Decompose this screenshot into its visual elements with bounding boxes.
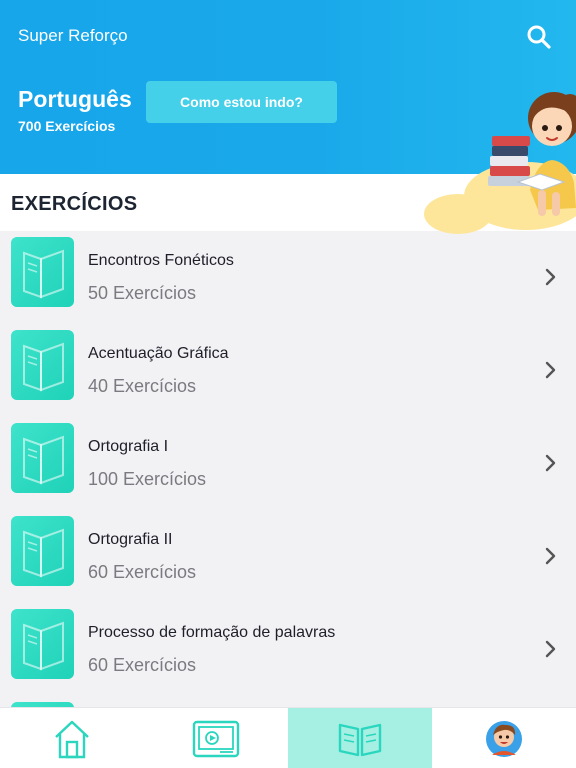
book-icon <box>23 621 64 671</box>
exercise-row[interactable]: Ortografia I 100 Exercícios <box>0 417 576 510</box>
video-icon <box>192 720 240 757</box>
chevron-right-icon <box>545 454 556 472</box>
exercise-title: Processo de formação de palavras <box>88 624 336 641</box>
tab-exercises[interactable] <box>288 708 432 768</box>
exercise-row[interactable]: Encontros Fonéticos 50 Exercícios <box>0 231 576 324</box>
home-icon <box>55 720 89 758</box>
exercise-row[interactable]: Acentuação Gráfica 40 Exercícios <box>0 324 576 417</box>
exercise-count: 100 Exercícios <box>88 469 207 489</box>
exercise-count: 40 Exercícios <box>88 376 197 396</box>
exercise-list: Encontros Fonéticos 50 Exercícios Acentu… <box>0 231 576 707</box>
chevron-right-icon <box>545 361 556 379</box>
tab-home[interactable] <box>0 708 144 768</box>
subject-title: Português <box>18 86 132 112</box>
exercise-count: 50 Exercícios <box>88 283 197 303</box>
tab-bar <box>0 707 576 768</box>
exercise-title: Encontros Fonéticos <box>88 252 234 269</box>
app-title: Super Reforço <box>18 26 128 45</box>
tab-profile[interactable] <box>432 708 576 768</box>
book-icon <box>23 249 64 299</box>
book-icon <box>23 342 64 392</box>
book-thumbnail <box>11 237 74 307</box>
avatar-icon <box>486 720 522 757</box>
girl-reading-illustration <box>424 92 576 234</box>
search-icon[interactable] <box>526 24 552 50</box>
exercise-title: Ortografia I <box>88 438 169 455</box>
exercise-row[interactable]: Processo de formação de palavras 60 Exer… <box>0 603 576 696</box>
exercise-row[interactable]: Ortografia II 60 Exercícios <box>0 510 576 603</box>
exercise-title: Ortografia II <box>88 531 173 548</box>
book-thumbnail <box>11 330 74 400</box>
book-icon <box>338 723 382 756</box>
book-thumbnail <box>11 609 74 679</box>
book-thumbnail <box>11 516 74 586</box>
chevron-right-icon <box>545 268 556 286</box>
book-icon <box>23 528 64 578</box>
exercise-count: 60 Exercícios <box>88 655 197 675</box>
book-thumbnail <box>11 423 74 493</box>
exercise-row-partial[interactable] <box>0 696 576 707</box>
tab-videos[interactable] <box>144 708 288 768</box>
subject-count: 700 Exercícios <box>18 118 116 134</box>
exercise-title: Acentuação Gráfica <box>88 345 229 362</box>
progress-button[interactable]: Como estou indo? <box>146 81 337 123</box>
chevron-right-icon <box>545 640 556 658</box>
chevron-right-icon <box>545 547 556 565</box>
section-title: EXERCÍCIOS <box>11 193 138 215</box>
exercise-count: 60 Exercícios <box>88 562 197 582</box>
book-icon <box>23 435 64 485</box>
